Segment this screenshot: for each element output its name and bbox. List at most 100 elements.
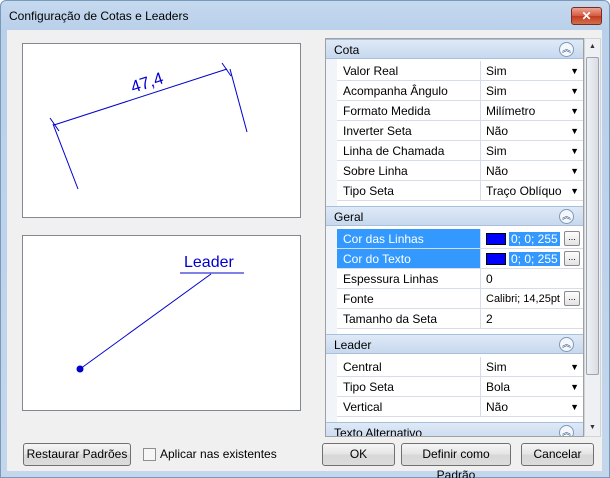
category-label: Cota: [334, 43, 360, 57]
property-row[interactable]: Fonte Calibri; 14,25pt...: [326, 289, 583, 309]
ellipsis-button[interactable]: ...: [564, 251, 580, 266]
collapse-icon[interactable]: ︽: [559, 209, 574, 224]
property-label: Tipo Seta: [337, 377, 480, 397]
value-text[interactable]: 0; 0; 255: [509, 252, 560, 266]
property-label: Sobre Linha: [337, 161, 480, 181]
value-text: Não: [486, 400, 509, 414]
property-grid: Cota ︽ Valor Real Sim ▼ Acompanha Ângulo …: [325, 38, 584, 437]
property-row[interactable]: Valor Real Sim ▼: [326, 61, 583, 81]
value-text: 2: [486, 312, 493, 326]
collapse-icon[interactable]: ︽: [559, 337, 574, 352]
vertical-scrollbar[interactable]: ▲ ▼: [584, 38, 601, 437]
property-row[interactable]: Vertical Não ▼: [326, 397, 583, 417]
property-value[interactable]: 0; 0; 255...: [480, 229, 583, 249]
property-label: Tamanho da Seta: [337, 309, 480, 329]
restore-defaults-button[interactable]: Restaurar Padrões: [23, 443, 131, 466]
dropdown-arrow-icon[interactable]: ▼: [570, 81, 579, 101]
property-value[interactable]: 0: [480, 269, 583, 289]
category-label: Texto Alternativo: [334, 426, 423, 437]
close-button[interactable]: ✕: [571, 7, 602, 25]
set-default-button[interactable]: Definir como Padrão: [401, 443, 511, 478]
dropdown-arrow-icon[interactable]: ▼: [570, 357, 579, 377]
property-row[interactable]: Cor do Texto 0; 0; 255...: [326, 249, 583, 269]
collapse-icon[interactable]: ︽: [559, 425, 574, 436]
property-row[interactable]: Linha de Chamada Sim ▼: [326, 141, 583, 161]
category-leader[interactable]: Leader ︽: [326, 334, 583, 354]
property-row[interactable]: Sobre Linha Não ▼: [326, 161, 583, 181]
value-text: Milímetro: [486, 104, 536, 118]
property-label: Acompanha Ângulo: [337, 81, 480, 101]
leader-preview: Leader: [22, 235, 301, 411]
value-text: Sim: [486, 64, 507, 78]
property-label: Cor das Linhas: [337, 229, 480, 249]
extension-line-right: [229, 68, 248, 133]
property-value[interactable]: 0; 0; 255...: [480, 249, 583, 269]
property-row[interactable]: Espessura Linhas 0: [326, 269, 583, 289]
property-value[interactable]: Traço Oblíquo ▼: [480, 181, 583, 201]
window-title: Configuração de Cotas e Leaders: [9, 9, 189, 23]
apply-existing-checkbox[interactable]: [143, 448, 156, 461]
property-value[interactable]: Sim ▼: [480, 61, 583, 81]
dropdown-arrow-icon[interactable]: ▼: [570, 101, 579, 121]
dimension-value: 47,4: [128, 69, 165, 97]
property-row[interactable]: Tipo Seta Bola ▼: [326, 377, 583, 397]
property-row[interactable]: Formato Medida Milímetro ▼: [326, 101, 583, 121]
property-value[interactable]: Sim ▼: [480, 81, 583, 101]
value-text: Bola: [486, 380, 511, 394]
dropdown-arrow-icon[interactable]: ▼: [570, 121, 579, 141]
value-text: Calibri; 14,25pt: [486, 293, 560, 305]
dimension-preview: 47,4: [22, 43, 301, 218]
value-text: Não: [486, 124, 509, 138]
leader-label: Leader: [184, 254, 234, 271]
extension-line-left: [52, 123, 79, 190]
dropdown-arrow-icon[interactable]: ▼: [570, 161, 579, 181]
property-label: Cor do Texto: [337, 249, 480, 269]
leader-line: [79, 273, 212, 370]
dropdown-arrow-icon[interactable]: ▼: [570, 397, 579, 417]
property-value[interactable]: Não ▼: [480, 397, 583, 417]
category-geral[interactable]: Geral ︽: [326, 206, 583, 226]
property-value[interactable]: Bola ▼: [480, 377, 583, 397]
property-row[interactable]: Inverter Seta Não ▼: [326, 121, 583, 141]
scroll-up-icon[interactable]: ▲: [585, 39, 600, 55]
category-label: Geral: [334, 210, 364, 224]
dimension-preview-drawing: 47,4: [49, 62, 248, 190]
property-row[interactable]: Central Sim ▼: [326, 357, 583, 377]
property-label: Valor Real: [337, 61, 480, 81]
ellipsis-button[interactable]: ...: [564, 291, 580, 306]
dropdown-arrow-icon[interactable]: ▼: [570, 377, 579, 397]
property-value[interactable]: Não ▼: [480, 121, 583, 141]
property-row[interactable]: Tamanho da Seta 2: [326, 309, 583, 329]
property-value[interactable]: Sim ▼: [480, 141, 583, 161]
ok-button[interactable]: OK: [322, 443, 395, 466]
collapse-icon[interactable]: ︽: [559, 42, 574, 57]
title-bar[interactable]: Configuração de Cotas e Leaders ✕: [1, 1, 609, 32]
property-row[interactable]: Cor das Linhas 0; 0; 255...: [326, 229, 583, 249]
value-text: Sim: [486, 144, 507, 158]
property-value[interactable]: Não ▼: [480, 161, 583, 181]
property-row[interactable]: Tipo Seta Traço Oblíquo ▼: [326, 181, 583, 201]
scroll-thumb[interactable]: [586, 57, 599, 375]
property-value[interactable]: 2: [480, 309, 583, 329]
property-value[interactable]: Calibri; 14,25pt...: [480, 289, 583, 309]
scroll-down-icon[interactable]: ▼: [585, 420, 600, 436]
apply-existing-label[interactable]: Aplicar nas existentes: [160, 447, 277, 461]
dropdown-arrow-icon[interactable]: ▼: [570, 141, 579, 161]
value-text: Sim: [486, 84, 507, 98]
dropdown-arrow-icon[interactable]: ▼: [570, 181, 579, 201]
color-swatch: [486, 233, 506, 245]
leader-preview-drawing: Leader: [76, 254, 244, 373]
category-texto-alternativo[interactable]: Texto Alternativo ︽: [326, 422, 583, 437]
property-value[interactable]: Sim ▼: [480, 357, 583, 377]
cancel-button[interactable]: Cancelar: [521, 443, 594, 466]
property-row[interactable]: Acompanha Ângulo Sim ▼: [326, 81, 583, 101]
value-text[interactable]: 0; 0; 255: [509, 232, 560, 246]
ellipsis-button[interactable]: ...: [564, 231, 580, 246]
category-cota[interactable]: Cota ︽: [326, 39, 583, 59]
dropdown-arrow-icon[interactable]: ▼: [570, 61, 579, 81]
property-label: Central: [337, 357, 480, 377]
property-value[interactable]: Milímetro ▼: [480, 101, 583, 121]
property-label: Tipo Seta: [337, 181, 480, 201]
close-icon: ✕: [581, 9, 592, 23]
value-text: Não: [486, 164, 509, 178]
